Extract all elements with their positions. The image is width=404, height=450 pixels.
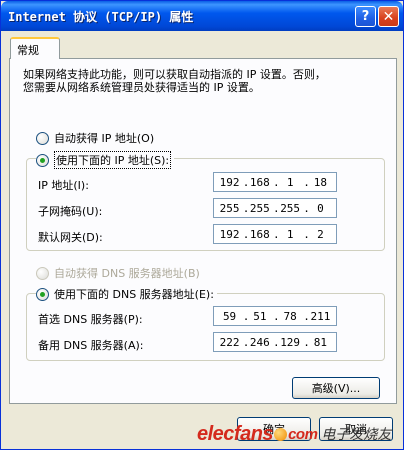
manual-ip-option[interactable]: 使用下面的 IP 地址(S):	[36, 151, 175, 169]
octet: 51	[253, 309, 267, 323]
preferred-dns-label: 首选 DNS 服务器(P):	[38, 313, 143, 326]
manual-ip-radio[interactable]	[36, 153, 49, 167]
alternate-dns-label: 备用 DNS 服务器(A):	[38, 339, 144, 352]
title-bar[interactable]: Internet 协议 (TCP/IP) 属性 ? ✕	[1, 1, 403, 31]
octet: 168	[249, 227, 270, 241]
octet: 81	[313, 335, 328, 349]
octet: 78	[283, 309, 297, 323]
cancel-button-label: 取消	[345, 423, 367, 436]
octet: 59	[222, 309, 237, 323]
octet: 222	[219, 335, 240, 349]
tab-general-label: 常规	[17, 44, 39, 57]
octet: 255	[219, 201, 240, 215]
octet: 1	[286, 227, 294, 241]
general-panel: 如果网络支持此功能，则可以获取自动指派的 IP 设置。否则， 您需要从网络系统管…	[9, 58, 397, 404]
preferred-dns-field[interactable]: 59. 51. 78. 211	[213, 306, 337, 326]
description-line-2: 您需要从网络系统管理员处获得适当的 IP 设置。	[23, 81, 260, 94]
description-line-1: 如果网络支持此功能，则可以获取自动指派的 IP 设置。否则，	[23, 68, 326, 81]
ok-button-label: 确定	[263, 423, 285, 436]
octet: 246	[249, 335, 270, 349]
close-icon: ✕	[382, 8, 395, 25]
ip-address-field[interactable]: 192. 168. 1. 18	[213, 172, 337, 192]
manual-dns-option[interactable]: 使用下面的 DNS 服务器地址(E):	[36, 286, 217, 302]
octet: 211	[310, 309, 331, 323]
octet: 255	[249, 201, 270, 215]
advanced-button-label: 高级(V)...	[311, 382, 361, 395]
help-button[interactable]: ?	[355, 6, 376, 27]
manual-ip-label: 使用下面的 IP 地址(S):	[54, 151, 172, 169]
tcpip-properties-dialog: Internet 协议 (TCP/IP) 属性 ? ✕ 常规 如果网络支持此功能…	[0, 0, 404, 450]
manual-dns-radio[interactable]	[36, 287, 49, 301]
advanced-button[interactable]: 高级(V)...	[292, 377, 380, 399]
octet: 129	[280, 335, 301, 349]
octet: 192	[219, 227, 240, 241]
octet: 255	[280, 201, 301, 215]
octet: 2	[317, 227, 324, 241]
auto-dns-label: 自动获得 DNS 服务器地址(B)	[54, 267, 200, 280]
default-gateway-label: 默认网关(D):	[38, 231, 103, 244]
auto-dns-radio[interactable]	[36, 266, 49, 280]
subnet-mask-field[interactable]: 255. 255. 255. 0	[213, 198, 337, 218]
auto-ip-label: 自动获得 IP 地址(O)	[54, 132, 155, 145]
manual-dns-label: 使用下面的 DNS 服务器地址(E):	[54, 288, 214, 301]
auto-dns-option[interactable]: 自动获得 DNS 服务器地址(B)	[36, 265, 200, 281]
octet: 1	[286, 175, 294, 189]
subnet-mask-label: 子网掩码(U):	[38, 205, 103, 218]
help-icon: ?	[361, 9, 370, 24]
close-button[interactable]: ✕	[378, 6, 399, 27]
window-title: Internet 协议 (TCP/IP) 属性	[8, 10, 194, 24]
description-text: 如果网络支持此功能，则可以获取自动指派的 IP 设置。否则， 您需要从网络系统管…	[23, 68, 388, 94]
octet: 18	[313, 175, 328, 189]
ip-address-label: IP 地址(I):	[38, 179, 89, 192]
octet: 168	[249, 175, 270, 189]
auto-ip-radio[interactable]	[36, 131, 49, 145]
octet: 0	[317, 201, 324, 215]
cancel-button[interactable]: 取消	[319, 417, 393, 441]
auto-ip-option[interactable]: 自动获得 IP 地址(O)	[36, 130, 154, 146]
tab-general[interactable]: 常规	[10, 37, 60, 59]
ok-button[interactable]: 确定	[237, 417, 311, 441]
octet: 192	[219, 175, 240, 189]
default-gateway-field[interactable]: 192. 168. 1. 2	[213, 224, 337, 244]
alternate-dns-field[interactable]: 222. 246. 129. 81	[213, 332, 337, 352]
